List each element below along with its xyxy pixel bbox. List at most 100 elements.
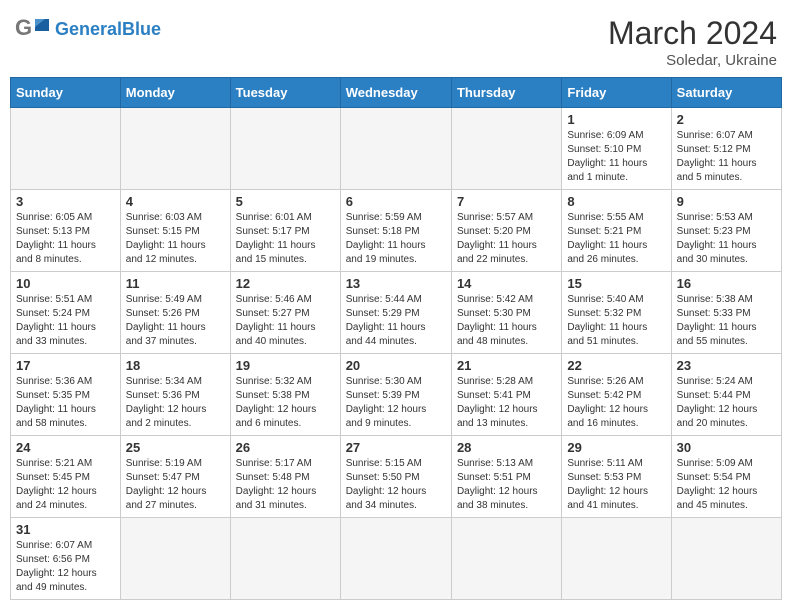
calendar-day-cell: 30Sunrise: 5:09 AM Sunset: 5:54 PM Dayli… <box>671 436 781 518</box>
day-number: 31 <box>16 522 115 537</box>
day-info: Sunrise: 5:11 AM Sunset: 5:53 PM Dayligh… <box>567 457 665 513</box>
location-subtitle: Soledar, Ukraine <box>608 52 777 69</box>
calendar-day-cell: 4 Sunrise: 6:03 AM Sunset: 5:15 PM Daylig… <box>120 190 230 272</box>
day-number: 16 <box>677 276 776 291</box>
day-number: 26 <box>236 440 335 455</box>
day-number: 14 <box>457 276 556 291</box>
calendar-day-cell: 29Sunrise: 5:11 AM Sunset: 5:53 PM Dayli… <box>562 436 671 518</box>
calendar-day-cell <box>451 108 561 190</box>
calendar-week-row: 17 Sunrise: 5:36 AM Sunset: 5:35 PM Dayli… <box>11 354 782 436</box>
calendar-day-cell: 17 Sunrise: 5:36 AM Sunset: 5:35 PM Dayli… <box>11 354 121 436</box>
day-info: Sunrise: 5:42 AM Sunset: 5:30 PM Dayligh… <box>457 293 556 349</box>
calendar-day-cell: 5Sunrise: 6:01 AM Sunset: 5:17 PM Daylig… <box>230 190 340 272</box>
calendar-week-row: 10Sunrise: 5:51 AM Sunset: 5:24 PM Dayli… <box>11 272 782 354</box>
weekday-header-wednesday: Wednesday <box>340 78 451 108</box>
day-number: 15 <box>567 276 665 291</box>
day-number: 25 <box>126 440 225 455</box>
weekday-header-saturday: Saturday <box>671 78 781 108</box>
calendar-day-cell: 1Sunrise: 6:09 AM Sunset: 5:10 PM Daylig… <box>562 108 671 190</box>
calendar-day-cell: 14 Sunrise: 5:42 AM Sunset: 5:30 PM Dayli… <box>451 272 561 354</box>
weekday-header-row: SundayMondayTuesdayWednesdayThursdayFrid… <box>11 78 782 108</box>
calendar-table: SundayMondayTuesdayWednesdayThursdayFrid… <box>10 77 782 600</box>
day-number: 24 <box>16 440 115 455</box>
calendar-day-cell: 11Sunrise: 5:49 AM Sunset: 5:26 PM Dayli… <box>120 272 230 354</box>
logo-text: GeneralBlue <box>55 19 161 39</box>
day-info: Sunrise: 5:34 AM Sunset: 5:36 PM Dayligh… <box>126 375 225 431</box>
day-number: 19 <box>236 358 335 373</box>
calendar-day-cell <box>230 108 340 190</box>
calendar-day-cell: 2 Sunrise: 6:07 AM Sunset: 5:12 PM Daylig… <box>671 108 781 190</box>
calendar-day-cell <box>671 518 781 600</box>
calendar-day-cell: 25 Sunrise: 5:19 AM Sunset: 5:47 PM Dayli… <box>120 436 230 518</box>
calendar-day-cell <box>120 108 230 190</box>
day-info: Sunrise: 5:19 AM Sunset: 5:47 PM Dayligh… <box>126 457 225 513</box>
day-number: 8 <box>567 194 665 209</box>
calendar-week-row: 24 Sunrise: 5:21 AM Sunset: 5:45 PM Dayli… <box>11 436 782 518</box>
day-info: Sunrise: 5:32 AM Sunset: 5:38 PM Dayligh… <box>236 375 335 431</box>
page-header: G GeneralBlue March 2024 Soledar, Ukrain… <box>10 10 782 69</box>
svg-text:G: G <box>15 15 32 40</box>
calendar-day-cell: 7 Sunrise: 5:57 AM Sunset: 5:20 PM Daylig… <box>451 190 561 272</box>
calendar-day-cell: 20 Sunrise: 5:30 AM Sunset: 5:39 PM Dayli… <box>340 354 451 436</box>
day-info: Sunrise: 5:53 AM Sunset: 5:23 PM Dayligh… <box>677 211 776 267</box>
day-info: Sunrise: 5:09 AM Sunset: 5:54 PM Dayligh… <box>677 457 776 513</box>
calendar-day-cell: 3Sunrise: 6:05 AM Sunset: 5:13 PM Daylig… <box>11 190 121 272</box>
day-info: Sunrise: 5:51 AM Sunset: 5:24 PM Dayligh… <box>16 293 115 349</box>
day-info: Sunrise: 5:36 AM Sunset: 5:35 PM Dayligh… <box>16 375 115 431</box>
calendar-day-cell <box>230 518 340 600</box>
day-number: 18 <box>126 358 225 373</box>
calendar-day-cell: 16Sunrise: 5:38 AM Sunset: 5:33 PM Dayli… <box>671 272 781 354</box>
calendar-day-cell: 18 Sunrise: 5:34 AM Sunset: 5:36 PM Dayli… <box>120 354 230 436</box>
day-number: 6 <box>346 194 446 209</box>
weekday-header-thursday: Thursday <box>451 78 561 108</box>
day-number: 17 <box>16 358 115 373</box>
day-info: Sunrise: 5:24 AM Sunset: 5:44 PM Dayligh… <box>677 375 776 431</box>
day-number: 23 <box>677 358 776 373</box>
calendar-week-row: 1Sunrise: 6:09 AM Sunset: 5:10 PM Daylig… <box>11 108 782 190</box>
calendar-day-cell: 22Sunrise: 5:26 AM Sunset: 5:42 PM Dayli… <box>562 354 671 436</box>
day-number: 20 <box>346 358 446 373</box>
calendar-day-cell: 15Sunrise: 5:40 AM Sunset: 5:32 PM Dayli… <box>562 272 671 354</box>
day-info: Sunrise: 6:07 AM Sunset: 5:12 PM Dayligh… <box>677 129 776 185</box>
calendar-day-cell <box>562 518 671 600</box>
calendar-day-cell <box>11 108 121 190</box>
day-info: Sunrise: 6:07 AM Sunset: 6:56 PM Dayligh… <box>16 539 115 595</box>
day-info: Sunrise: 5:46 AM Sunset: 5:27 PM Dayligh… <box>236 293 335 349</box>
calendar-day-cell: 12Sunrise: 5:46 AM Sunset: 5:27 PM Dayli… <box>230 272 340 354</box>
day-info: Sunrise: 5:49 AM Sunset: 5:26 PM Dayligh… <box>126 293 225 349</box>
calendar-day-cell: 6 Sunrise: 5:59 AM Sunset: 5:18 PM Daylig… <box>340 190 451 272</box>
day-number: 5 <box>236 194 335 209</box>
day-info: Sunrise: 5:17 AM Sunset: 5:48 PM Dayligh… <box>236 457 335 513</box>
calendar-week-row: 31 Sunrise: 6:07 AM Sunset: 6:56 PM Dayli… <box>11 518 782 600</box>
day-number: 3 <box>16 194 115 209</box>
day-number: 2 <box>677 112 776 127</box>
day-info: Sunrise: 5:15 AM Sunset: 5:50 PM Dayligh… <box>346 457 446 513</box>
calendar-day-cell: 26 Sunrise: 5:17 AM Sunset: 5:48 PM Dayli… <box>230 436 340 518</box>
month-year-title: March 2024 <box>608 15 777 52</box>
weekday-header-friday: Friday <box>562 78 671 108</box>
calendar-day-cell: 21 Sunrise: 5:28 AM Sunset: 5:41 PM Dayli… <box>451 354 561 436</box>
day-number: 4 <box>126 194 225 209</box>
day-info: Sunrise: 5:26 AM Sunset: 5:42 PM Dayligh… <box>567 375 665 431</box>
day-number: 1 <box>567 112 665 127</box>
calendar-day-cell: 23 Sunrise: 5:24 AM Sunset: 5:44 PM Dayli… <box>671 354 781 436</box>
day-info: Sunrise: 5:28 AM Sunset: 5:41 PM Dayligh… <box>457 375 556 431</box>
day-number: 21 <box>457 358 556 373</box>
day-info: Sunrise: 5:30 AM Sunset: 5:39 PM Dayligh… <box>346 375 446 431</box>
calendar-week-row: 3Sunrise: 6:05 AM Sunset: 5:13 PM Daylig… <box>11 190 782 272</box>
day-info: Sunrise: 5:21 AM Sunset: 5:45 PM Dayligh… <box>16 457 115 513</box>
calendar-day-cell: 24 Sunrise: 5:21 AM Sunset: 5:45 PM Dayli… <box>11 436 121 518</box>
title-block: March 2024 Soledar, Ukraine <box>608 15 777 69</box>
day-info: Sunrise: 5:13 AM Sunset: 5:51 PM Dayligh… <box>457 457 556 513</box>
day-info: Sunrise: 5:59 AM Sunset: 5:18 PM Dayligh… <box>346 211 446 267</box>
calendar-day-cell: 10Sunrise: 5:51 AM Sunset: 5:24 PM Dayli… <box>11 272 121 354</box>
day-number: 9 <box>677 194 776 209</box>
calendar-day-cell <box>340 108 451 190</box>
calendar-day-cell <box>340 518 451 600</box>
calendar-day-cell: 13Sunrise: 5:44 AM Sunset: 5:29 PM Dayli… <box>340 272 451 354</box>
day-info: Sunrise: 6:03 AM Sunset: 5:15 PM Dayligh… <box>126 211 225 267</box>
day-info: Sunrise: 5:57 AM Sunset: 5:20 PM Dayligh… <box>457 211 556 267</box>
day-number: 7 <box>457 194 556 209</box>
calendar-day-cell <box>451 518 561 600</box>
day-number: 27 <box>346 440 446 455</box>
